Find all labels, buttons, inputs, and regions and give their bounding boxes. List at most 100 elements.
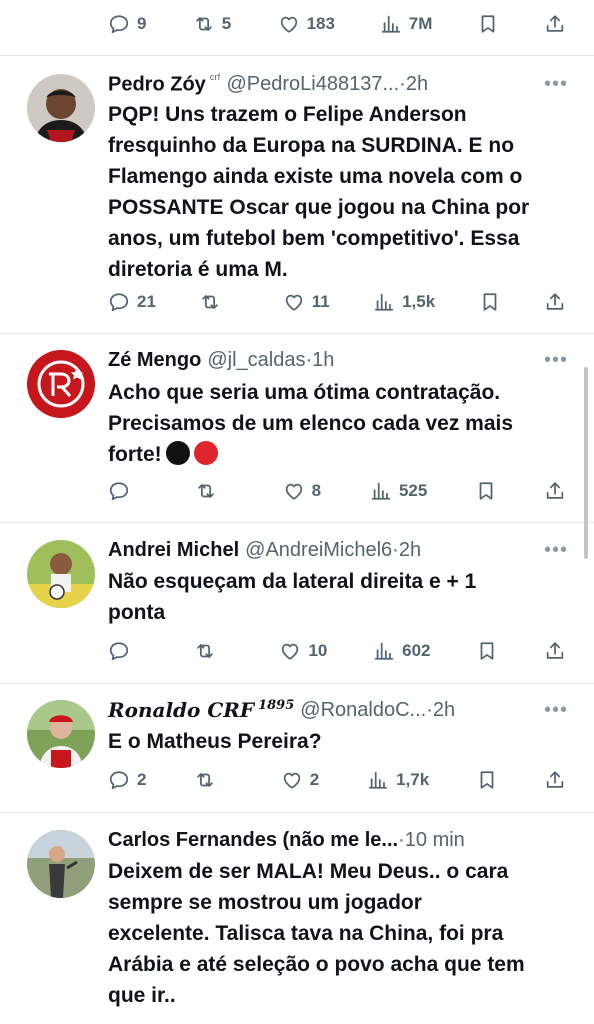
top-tweet-actions: 9 5 183 7M [108,11,566,37]
bookmark-button[interactable] [476,769,498,791]
repost-button[interactable] [199,291,239,313]
tweet-actions: 8 525 [108,478,566,504]
share-icon [544,291,566,313]
display-name[interactable]: Ronaldo CRF 1895 [108,698,294,722]
like-button[interactable]: 183 [278,13,335,35]
tweet-header: Andrei Michel @AndreiMichel6 · 2h ••• [108,538,568,562]
repost-icon [194,640,216,662]
divider [0,333,594,334]
tweet-actions: 10 602 [108,638,566,664]
reply-icon [108,13,130,35]
views-icon [373,291,395,313]
bookmark-button[interactable] [477,13,499,35]
heart-icon [281,769,303,791]
divider [0,522,594,523]
user-handle[interactable]: @AndreiMichel6 [245,539,392,562]
display-name[interactable]: Carlos Fernandes (não me le... [108,829,398,852]
views-icon [370,480,392,502]
repost-button[interactable] [194,640,234,662]
bookmark-icon [479,291,501,313]
reply-button[interactable]: 21 [108,291,156,313]
bookmark-button[interactable] [476,640,498,662]
heart-icon [278,13,300,35]
user-handle[interactable]: @PedroLi488137... [227,73,400,96]
share-button[interactable] [544,640,566,662]
share-button[interactable] [544,769,566,791]
like-button[interactable]: 10 [279,640,327,662]
bookmark-icon [475,480,497,502]
repost-icon [199,291,221,313]
bookmark-icon [476,640,498,662]
repost-icon [194,769,216,791]
user-handle[interactable]: @jl_caldas [207,349,305,372]
more-options-icon[interactable]: ••• [536,699,568,722]
like-button[interactable]: 11 [283,291,330,313]
avatar[interactable] [27,540,95,608]
more-options-icon[interactable]: ••• [536,349,568,372]
tweet-actions: 2 2 1,7k [108,767,566,793]
red-circle-emoji [193,441,218,465]
avatar[interactable] [27,700,95,768]
repost-icon [193,13,215,35]
reply-icon [108,480,130,502]
timestamp[interactable]: 2h [399,539,421,562]
avatar[interactable] [27,74,95,142]
more-options-icon[interactable]: ••• [536,539,568,562]
heart-icon [283,291,305,313]
tweet-actions: 21 11 1,5k [108,289,566,315]
reply-icon [108,640,130,662]
reply-button[interactable]: 9 [108,13,148,35]
display-name[interactable]: Andrei Michel [108,539,239,562]
reply-button[interactable] [108,480,148,502]
bookmark-button[interactable] [479,291,501,313]
tweet-header: Ronaldo CRF 1895 @RonaldoC... · 2h ••• [108,698,568,722]
bookmark-icon [477,13,499,35]
display-name[interactable]: Zé Mengo [108,349,201,372]
share-icon [544,480,566,502]
bookmark-icon [476,769,498,791]
like-button[interactable]: 8 [283,480,323,502]
views-button[interactable]: 525 [370,480,427,502]
repost-icon [195,480,217,502]
more-options-icon[interactable]: ••• [536,73,568,96]
reply-icon [108,291,130,313]
tweet-text: Deixem de ser MALA! Meu Deus.. o cara se… [108,860,525,1007]
black-circle-emoji [165,441,190,465]
avatar[interactable] [27,830,95,898]
timestamp[interactable]: 1h [312,349,334,372]
timestamp[interactable]: 2h [433,699,455,722]
share-icon [544,13,566,35]
reply-icon [108,769,130,791]
views-button[interactable]: 1,7k [367,769,429,791]
views-button[interactable]: 1,5k [373,291,435,313]
tweet-text: Não esqueçam da lateral direita e + 1 po… [108,570,477,624]
timestamp[interactable]: 2h [406,73,428,96]
scrollbar[interactable] [584,367,588,559]
views-button[interactable]: 602 [373,640,431,662]
bookmark-button[interactable] [475,480,497,502]
avatar[interactable] [27,350,95,418]
timestamp[interactable]: 10 min [405,829,465,852]
tweet-text: Acho que seria uma ótima contratação. Pr… [108,381,514,466]
user-handle[interactable]: @RonaldoC... [300,699,426,722]
heart-icon [279,640,301,662]
divider [0,683,594,684]
repost-button[interactable] [194,769,234,791]
views-button[interactable]: 7M [380,13,432,35]
views-icon [380,13,402,35]
views-icon [373,640,395,662]
like-button[interactable]: 2 [281,769,321,791]
views-icon [367,769,389,791]
share-button[interactable] [544,480,566,502]
tweet-header: Pedro Zóy ᶜʳᶠ @PedroLi488137... · 2h ••• [108,71,568,97]
reply-button[interactable]: 2 [108,769,148,791]
divider [0,55,594,56]
repost-button[interactable]: 5 [193,13,233,35]
tweet-header: Zé Mengo @jl_caldas · 1h ••• [108,348,568,372]
repost-button[interactable] [195,480,235,502]
reply-button[interactable] [108,640,148,662]
share-icon [544,769,566,791]
share-button[interactable] [544,13,566,35]
display-name[interactable]: Pedro Zóy ᶜʳᶠ [108,71,221,97]
share-button[interactable] [544,291,566,313]
